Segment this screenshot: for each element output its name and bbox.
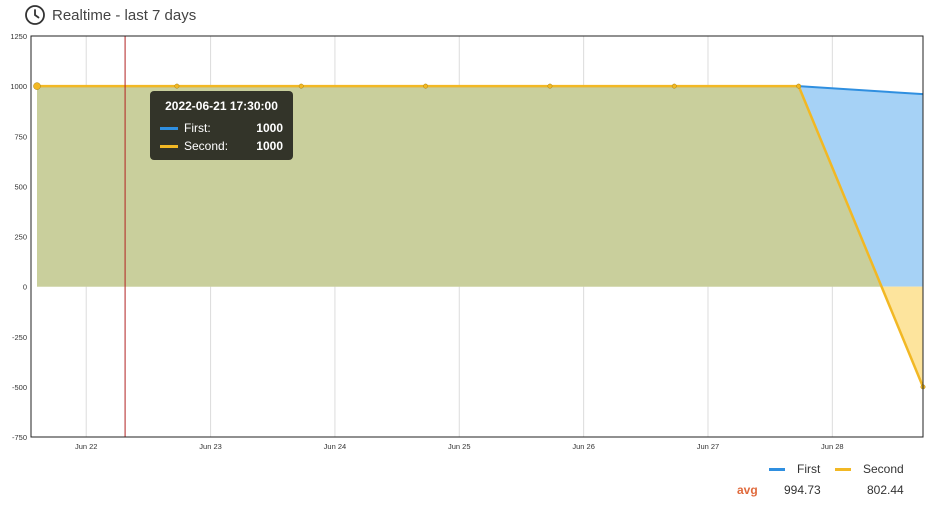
x-tick-label: Jun 25 bbox=[448, 442, 471, 451]
data-point-second bbox=[423, 83, 429, 89]
tooltip-name-second: Second: bbox=[184, 139, 229, 153]
tooltip-row-first: First: 1000 bbox=[160, 119, 283, 137]
y-tick-label: -500 bbox=[12, 383, 27, 392]
y-tick-label: -250 bbox=[12, 333, 27, 342]
y-tick-label: 1000 bbox=[10, 82, 27, 91]
avg-label: avg bbox=[737, 483, 758, 497]
y-tick-label: -750 bbox=[12, 433, 27, 442]
tooltip-value-second: 1000 bbox=[256, 139, 283, 153]
legend-label-first: First bbox=[797, 462, 821, 476]
y-tick-label: 500 bbox=[14, 182, 27, 191]
x-tick-label: Jun 24 bbox=[324, 442, 347, 451]
legend-swatch-first bbox=[769, 467, 785, 471]
x-tick-label: Jun 23 bbox=[199, 442, 222, 451]
x-tick-label: Jun 26 bbox=[572, 442, 595, 451]
legend-label-second: Second bbox=[863, 462, 904, 476]
tooltip-swatch-first bbox=[160, 126, 178, 130]
x-tick-label: Jun 27 bbox=[697, 442, 720, 451]
legend-item-second[interactable]: Second bbox=[835, 462, 904, 476]
tooltip-name-first: First: bbox=[184, 121, 211, 135]
legend-item-first[interactable]: First bbox=[769, 462, 820, 476]
data-point-second bbox=[671, 83, 677, 89]
avg-value-first: 994.73 bbox=[784, 483, 821, 497]
data-point-second bbox=[174, 83, 180, 89]
tooltip-row-second: Second: 1000 bbox=[160, 137, 283, 155]
data-point-second bbox=[298, 83, 304, 89]
x-tick-label: Jun 22 bbox=[75, 442, 98, 451]
y-tick-label: 750 bbox=[14, 132, 27, 141]
tooltip-swatch-second bbox=[160, 144, 178, 148]
data-point-second bbox=[547, 83, 553, 89]
chart-tooltip: 2022-06-21 17:30:00 First: 1000 Second: … bbox=[150, 91, 293, 160]
avg-value-second: 802.44 bbox=[867, 483, 904, 497]
data-point-second bbox=[796, 83, 802, 89]
y-tick-label: 250 bbox=[14, 233, 27, 242]
chart-area[interactable]: Jun 22 Jun 23 Jun 24 Jun 25 Jun 26 Jun 27 Jun … bbox=[0, 0, 944, 507]
data-point-second bbox=[33, 82, 41, 90]
y-tick-label: 1250 bbox=[10, 32, 27, 41]
tooltip-title: 2022-06-21 17:30:00 bbox=[165, 99, 278, 113]
x-tick-label: Jun 28 bbox=[821, 442, 844, 451]
y-tick-label: 0 bbox=[23, 283, 27, 292]
legend-swatch-second bbox=[835, 467, 851, 471]
tooltip-value-first: 1000 bbox=[256, 121, 283, 135]
